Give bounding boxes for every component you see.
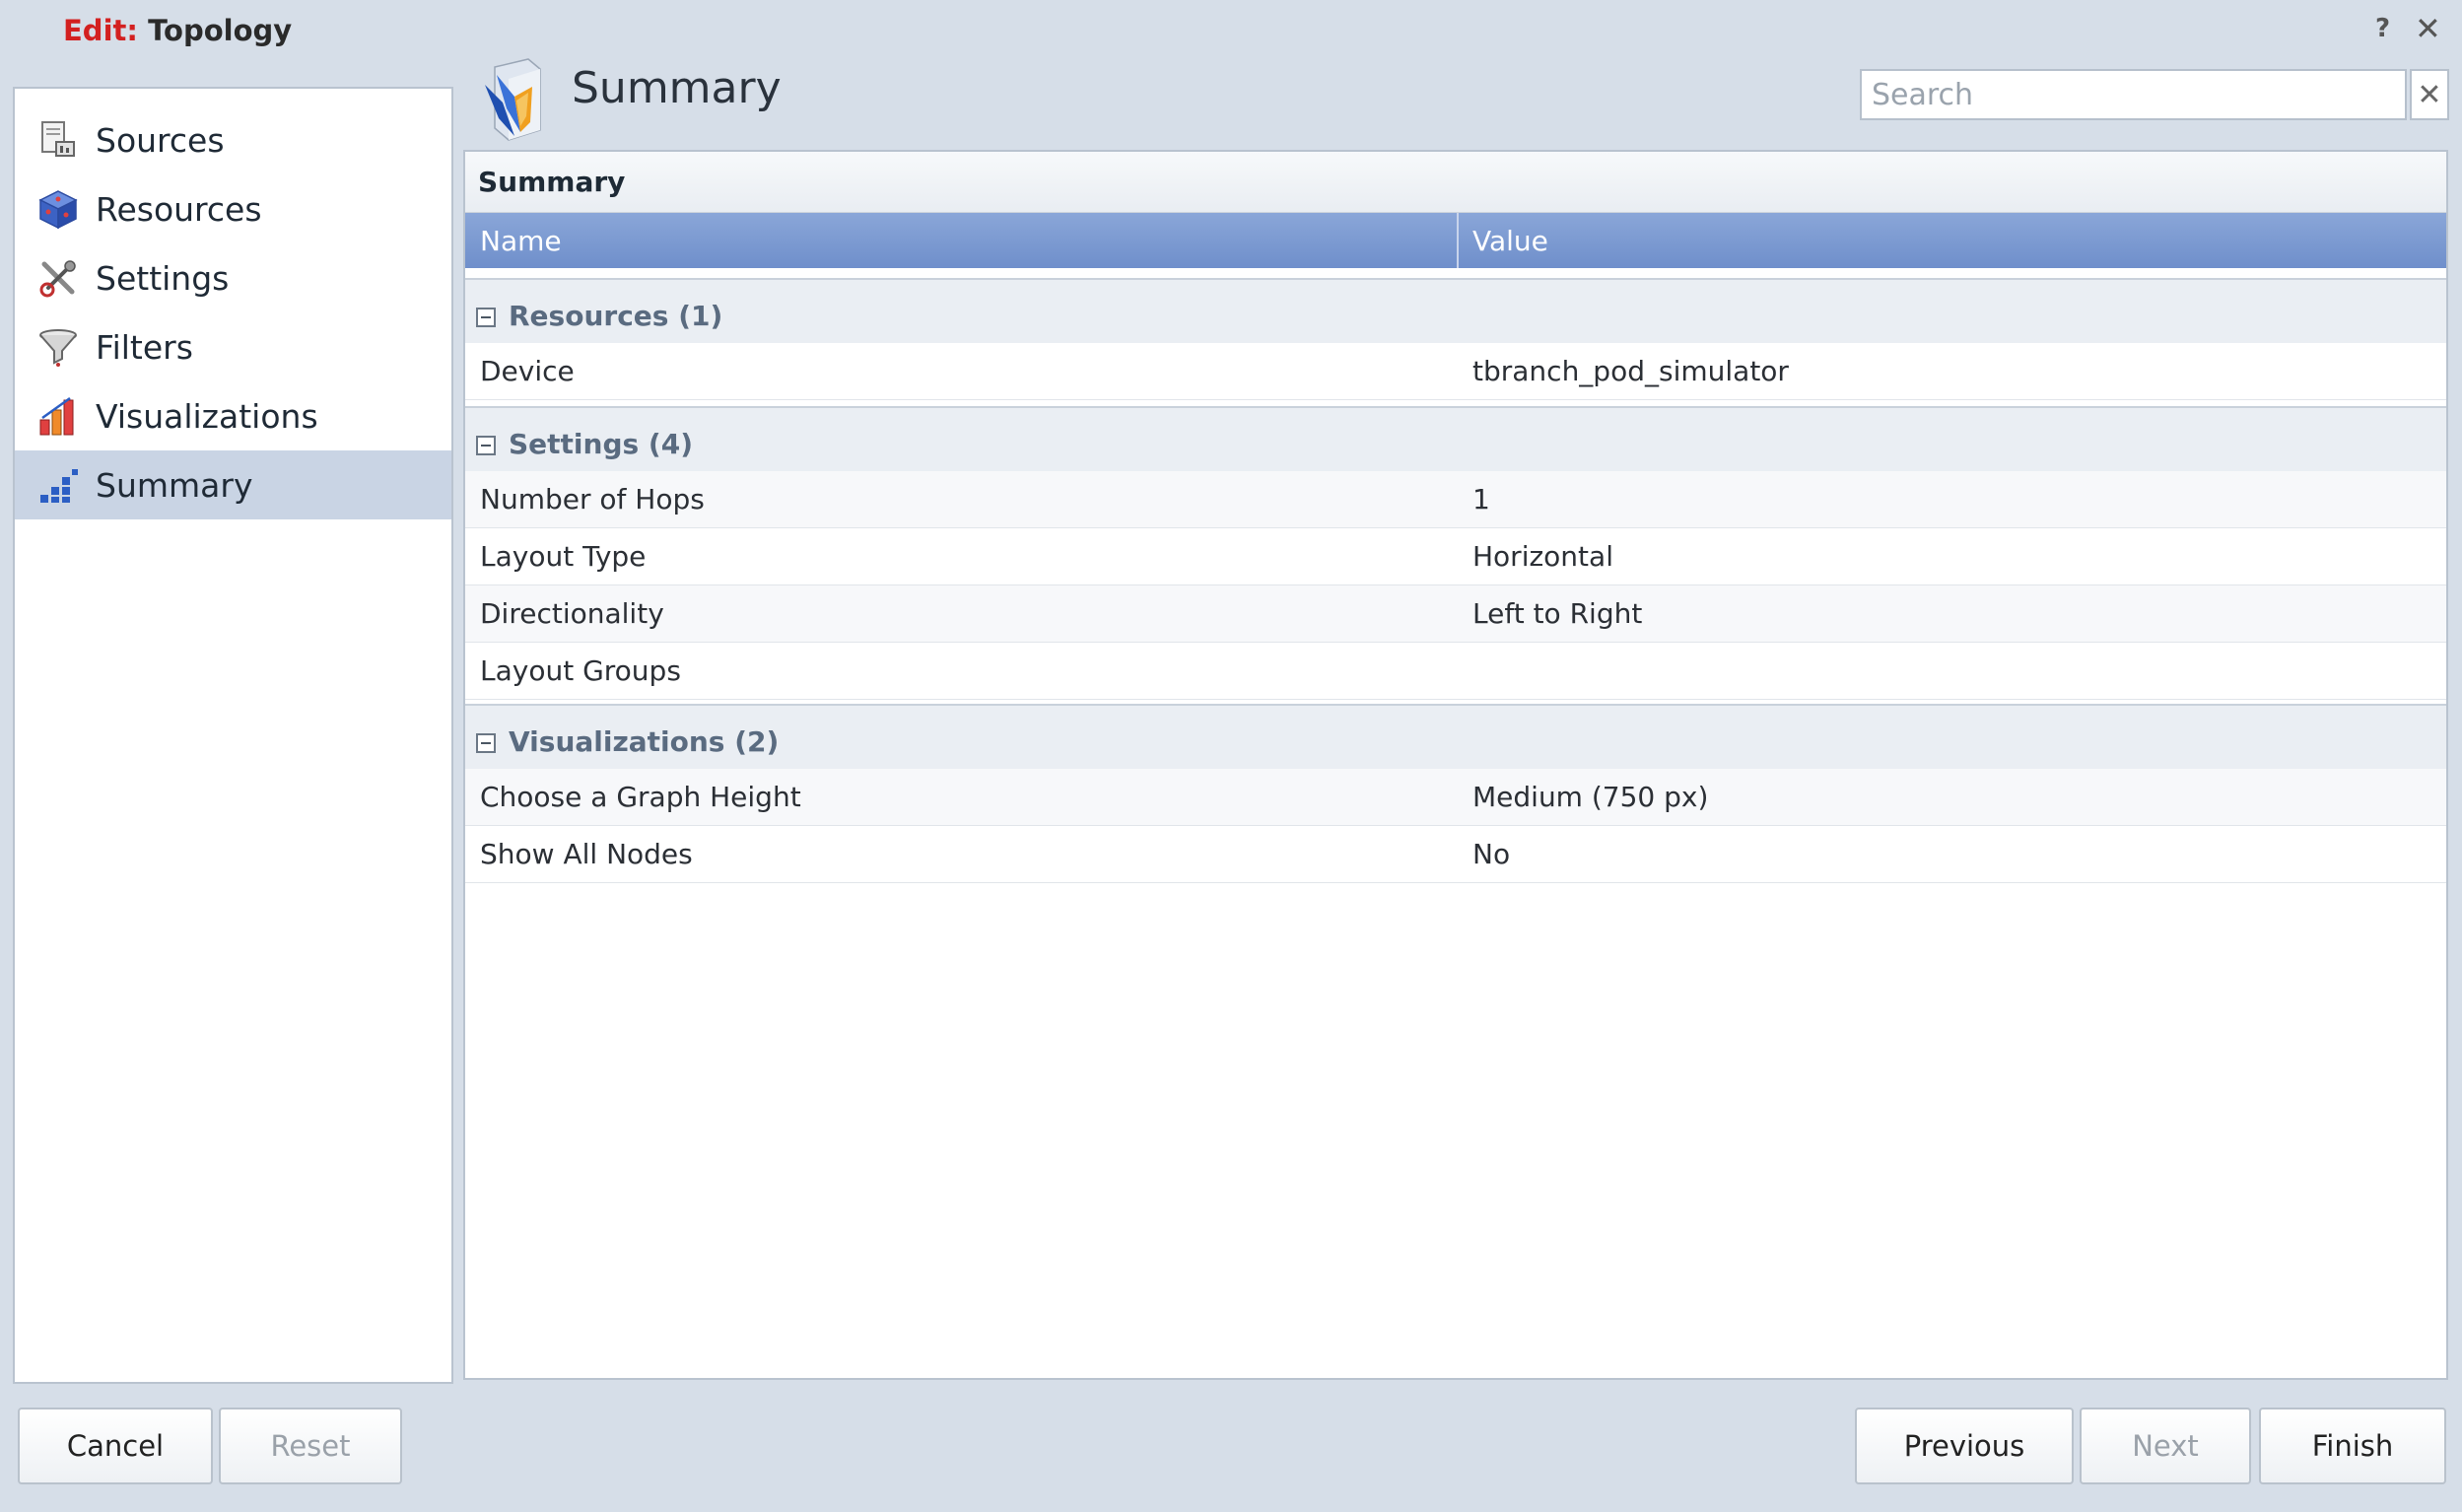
window-title: Edit: Topology bbox=[63, 14, 292, 47]
sidebar-item-label: Sources bbox=[96, 120, 225, 160]
window-title-name: Topology bbox=[148, 14, 293, 47]
row-name: Show All Nodes bbox=[480, 838, 693, 870]
row-value: tbranch_pod_simulator bbox=[1472, 355, 1789, 387]
row-name: Choose a Graph Height bbox=[480, 781, 801, 813]
row-name: Device bbox=[480, 355, 575, 387]
group-label: Resources (1) bbox=[509, 300, 723, 332]
column-divider[interactable] bbox=[1457, 213, 1459, 268]
table-row[interactable]: Number of Hops 1 bbox=[465, 471, 2446, 528]
sidebar-item-settings[interactable]: Settings bbox=[15, 243, 451, 312]
group-header-resources[interactable]: Resources (1) bbox=[465, 278, 2446, 345]
collapse-icon[interactable] bbox=[476, 436, 496, 455]
sidebar-item-label: Resources bbox=[96, 189, 262, 229]
table-row[interactable]: Show All Nodes No bbox=[465, 826, 2446, 883]
next-button[interactable]: Next bbox=[2080, 1408, 2251, 1484]
row-value: No bbox=[1472, 838, 1511, 870]
search-box bbox=[1860, 69, 2407, 120]
group-label: Settings (4) bbox=[509, 428, 693, 460]
row-value: Horizontal bbox=[1472, 540, 1613, 573]
bar-chart-icon bbox=[39, 396, 74, 436]
wizard-sidebar: Sources Resources Settings Filters Visua… bbox=[13, 87, 453, 1384]
sidebar-item-label: Settings bbox=[96, 258, 230, 298]
sidebar-item-label: Visualizations bbox=[96, 396, 318, 436]
settings-tools-icon bbox=[39, 260, 76, 298]
summary-logo-icon bbox=[485, 58, 541, 141]
reset-button[interactable]: Reset bbox=[219, 1408, 402, 1484]
filter-funnel-icon bbox=[39, 329, 77, 367]
help-button[interactable]: ? bbox=[2375, 14, 2390, 43]
close-window-button[interactable]: ✕ bbox=[2415, 10, 2441, 47]
table-row[interactable]: Directionality Left to Right bbox=[465, 585, 2446, 643]
table-row[interactable]: Layout Type Horizontal bbox=[465, 528, 2446, 585]
search-clear-button[interactable]: ✕ bbox=[2410, 69, 2449, 120]
sidebar-item-label: Summary bbox=[96, 465, 253, 505]
finish-button[interactable]: Finish bbox=[2259, 1408, 2446, 1484]
search-input[interactable] bbox=[1862, 71, 2405, 118]
resources-cube-icon bbox=[38, 190, 78, 230]
sidebar-item-label: Filters bbox=[96, 327, 193, 367]
table-row[interactable]: Layout Groups bbox=[465, 643, 2446, 700]
window-title-prefix: Edit: bbox=[63, 14, 138, 47]
row-name: Layout Groups bbox=[480, 654, 681, 687]
group-header-settings[interactable]: Settings (4) bbox=[465, 406, 2446, 473]
column-header-value[interactable]: Value bbox=[1472, 225, 1548, 257]
sidebar-item-filters[interactable]: Filters bbox=[15, 312, 451, 381]
row-name: Directionality bbox=[480, 597, 664, 630]
column-header-name[interactable]: Name bbox=[480, 225, 562, 257]
row-value: Medium (750 px) bbox=[1472, 781, 1709, 813]
sidebar-item-sources[interactable]: Sources bbox=[15, 105, 451, 174]
table-row[interactable]: Choose a Graph Height Medium (750 px) bbox=[465, 769, 2446, 826]
sidebar-item-visualizations[interactable]: Visualizations bbox=[15, 381, 451, 450]
collapse-icon[interactable] bbox=[476, 308, 496, 327]
row-name: Number of Hops bbox=[480, 483, 705, 515]
sources-icon bbox=[41, 121, 75, 157]
panel-title: Summary bbox=[465, 152, 2446, 213]
cancel-button[interactable]: Cancel bbox=[18, 1408, 213, 1484]
group-label: Visualizations (2) bbox=[509, 725, 780, 758]
summary-chart-icon bbox=[40, 469, 78, 503]
page-title: Summary bbox=[572, 63, 782, 113]
collapse-icon[interactable] bbox=[476, 733, 496, 753]
summary-panel: Summary Name Value Resources (1) Device … bbox=[463, 150, 2448, 1380]
sidebar-item-summary[interactable]: Summary bbox=[15, 450, 451, 519]
sidebar-item-resources[interactable]: Resources bbox=[15, 174, 451, 243]
previous-button[interactable]: Previous bbox=[1855, 1408, 2074, 1484]
table-row[interactable]: Device tbranch_pod_simulator bbox=[465, 343, 2446, 400]
close-icon: ✕ bbox=[2417, 77, 2442, 112]
table-header: Name Value bbox=[465, 213, 2446, 268]
title-bar: Edit: Topology ? ✕ bbox=[0, 0, 2462, 61]
row-value: Left to Right bbox=[1472, 597, 1643, 630]
group-header-visualizations[interactable]: Visualizations (2) bbox=[465, 704, 2446, 771]
row-value: 1 bbox=[1472, 483, 1490, 515]
row-name: Layout Type bbox=[480, 540, 647, 573]
